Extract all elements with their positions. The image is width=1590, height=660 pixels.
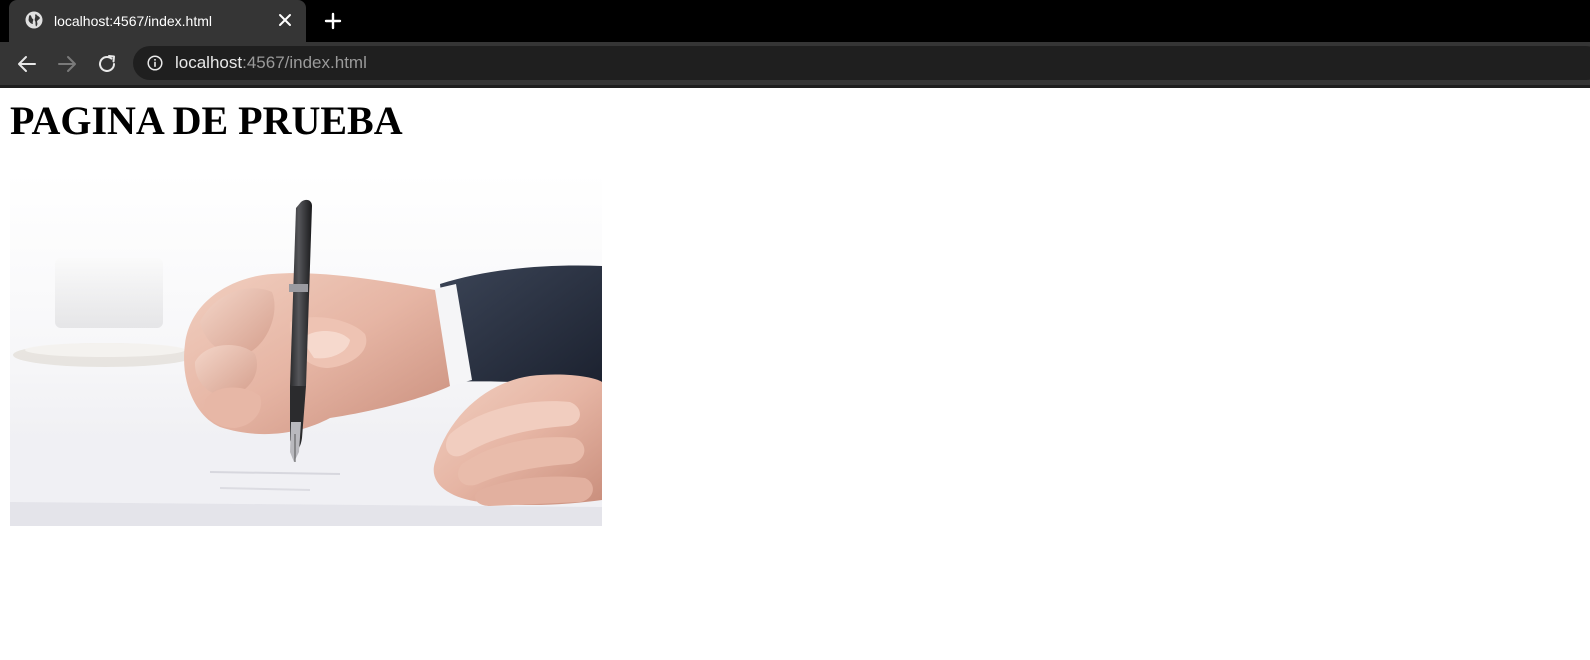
globe-icon (25, 11, 43, 29)
reload-icon[interactable] (95, 52, 119, 76)
info-icon[interactable] (147, 55, 163, 71)
tab-strip: localhost:4567/index.html (0, 0, 1590, 42)
hand-writing-photo (10, 172, 602, 526)
close-icon[interactable] (277, 12, 293, 28)
hand-writing-illustration (10, 172, 602, 526)
browser-tab[interactable]: localhost:4567/index.html (9, 0, 306, 42)
browser-chrome: localhost:4567/index.html localhost:4567… (0, 0, 1590, 88)
address-bar[interactable]: localhost:4567/index.html (133, 46, 1590, 80)
arrow-right-icon[interactable] (55, 52, 79, 76)
url-host: localhost (175, 53, 243, 72)
url-path: :4567/index.html (242, 53, 367, 72)
page-title: PAGINA DE PRUEBA (10, 98, 403, 143)
arrow-left-icon[interactable] (15, 52, 39, 76)
url-text[interactable]: localhost:4567/index.html (175, 53, 367, 73)
tab-title: localhost:4567/index.html (54, 13, 212, 29)
page-content: PAGINA DE PRUEBA (0, 88, 1590, 660)
plus-icon[interactable] (321, 9, 345, 33)
browser-toolbar: localhost:4567/index.html (0, 42, 1590, 85)
